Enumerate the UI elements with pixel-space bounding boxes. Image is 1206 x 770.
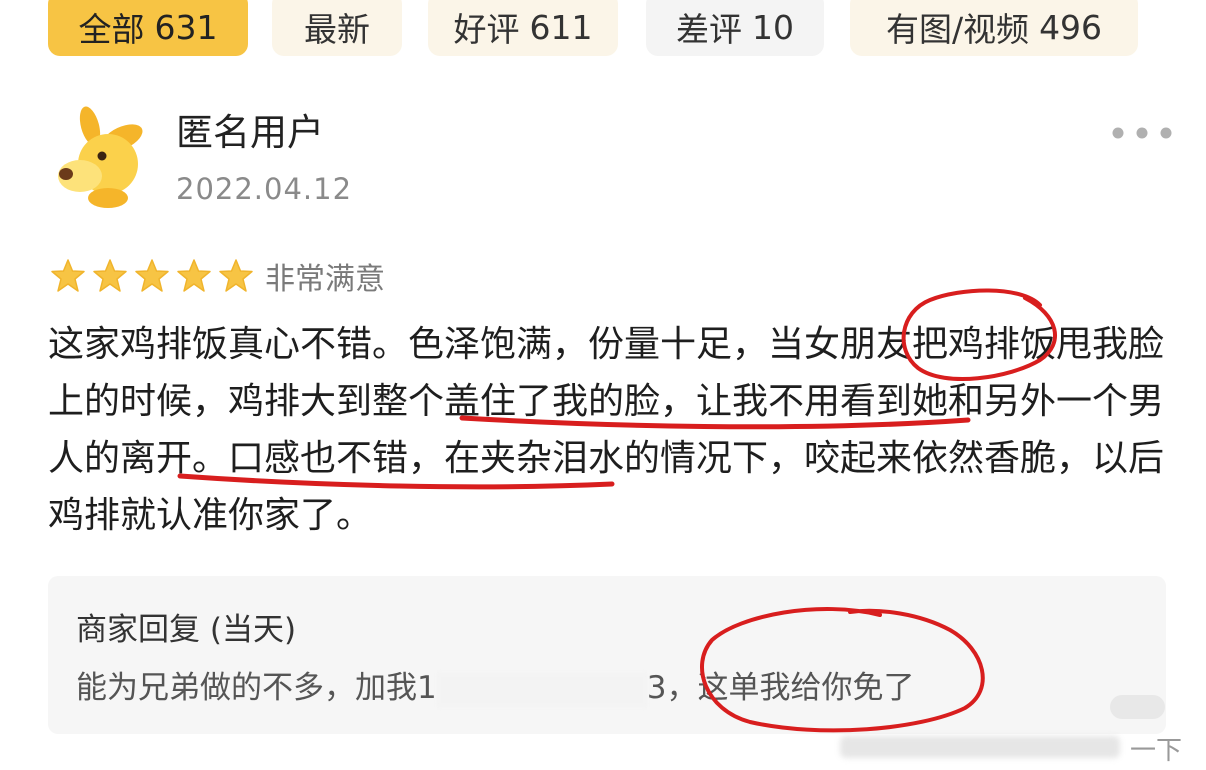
tab-positive-label: 好评 bbox=[453, 10, 520, 49]
star-icon bbox=[219, 259, 253, 292]
tab-positive[interactable]: 好评 611 bbox=[428, 0, 618, 56]
tab-negative-label: 差评 bbox=[676, 10, 742, 49]
star-icon bbox=[177, 259, 211, 292]
tab-media-count: 496 bbox=[1039, 7, 1103, 47]
tab-negative[interactable]: 差评 10 bbox=[646, 0, 824, 56]
star-icon bbox=[51, 259, 85, 292]
tab-negative-count: 10 bbox=[752, 7, 794, 47]
more-options-icon[interactable] bbox=[1108, 122, 1178, 144]
reviewer-name: 匿名用户 bbox=[176, 111, 324, 154]
review-segment: 。口感也不错，在夹杂泪水的情况下，咬起来依然香脆，以后鸡排就认准你家了。 bbox=[48, 438, 1165, 536]
merchant-reply-text: 能为兄弟做的不多，加我1 3，这单我给你免了 bbox=[76, 662, 1136, 707]
tab-media-label: 有图/视频 bbox=[885, 10, 1030, 49]
review-segment: ，让我不用看到 bbox=[660, 381, 913, 422]
tab-all-label: 全部 bbox=[78, 10, 145, 49]
redacted-contact bbox=[436, 672, 647, 707]
avatar[interactable] bbox=[50, 102, 155, 212]
tab-latest-label: 最新 bbox=[304, 10, 370, 49]
tab-media[interactable]: 有图/视频 496 bbox=[850, 0, 1138, 56]
review-segment-underlined: 鸡排大到整个盖住了我的脸 bbox=[228, 381, 661, 422]
watermark-blur bbox=[840, 736, 1120, 758]
merchant-reply-title: 商家回复 (当天) bbox=[76, 612, 297, 648]
review-filter-tabs: 全部 631 最新 好评 611 差评 10 有图/视频 496 bbox=[0, 0, 1206, 58]
tab-all-count: 631 bbox=[154, 7, 218, 47]
watermark-text: 一下 bbox=[1130, 736, 1183, 766]
merchant-reply: 商家回复 (当天) 能为兄弟做的不多，加我1 3，这单我给你免了 bbox=[48, 576, 1166, 734]
star-icon bbox=[135, 259, 169, 292]
tab-positive-count: 611 bbox=[529, 7, 593, 47]
review-date: 2022.04.12 bbox=[176, 172, 353, 206]
star-rating bbox=[50, 258, 260, 294]
star-icon bbox=[93, 259, 127, 292]
tab-latest[interactable]: 最新 bbox=[272, 0, 402, 56]
review-segment: 这家鸡排饭真心不错。色泽饱满，份量十足，当 bbox=[48, 324, 805, 365]
review-text: 这家鸡排饭真心不错。色泽饱满，份量十足，当女朋友把鸡排饭甩我脸上的时候，鸡排大到… bbox=[48, 316, 1168, 544]
reply-text-end: 3，这单我给你免了 bbox=[646, 670, 915, 706]
tab-all[interactable]: 全部 631 bbox=[48, 0, 248, 56]
review-segment-circled: 女朋友 bbox=[804, 324, 913, 365]
rating-label: 非常满意 bbox=[265, 262, 385, 297]
watermark-badge bbox=[1110, 695, 1165, 719]
reply-text-start: 能为兄弟做的不多，加我1 bbox=[76, 670, 437, 706]
